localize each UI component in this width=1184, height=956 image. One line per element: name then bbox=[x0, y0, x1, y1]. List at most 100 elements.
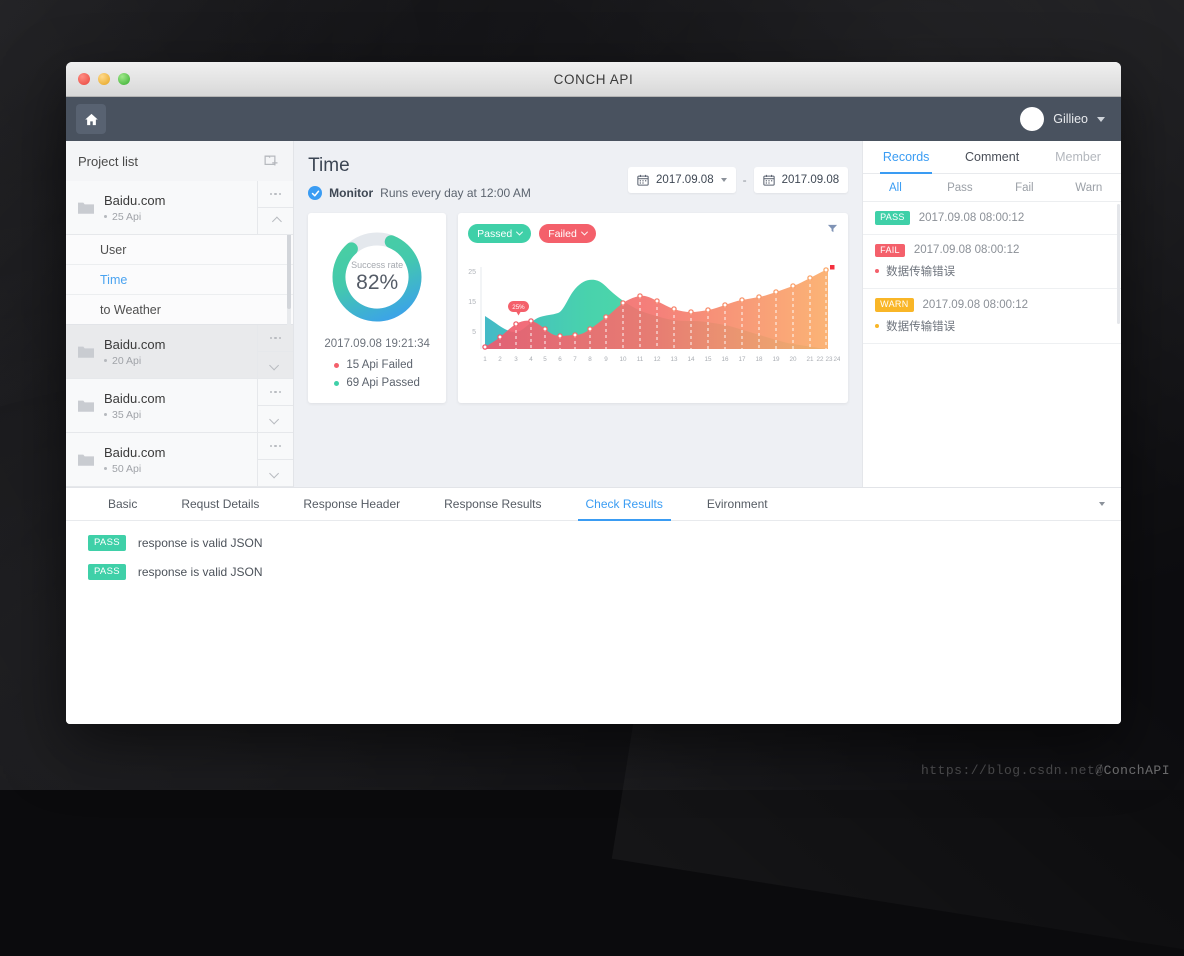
project-actions bbox=[257, 181, 294, 234]
svg-text:8: 8 bbox=[588, 356, 592, 363]
date-to-picker[interactable]: 2017.09.08 bbox=[753, 167, 849, 193]
sidebar-item-time[interactable]: Time bbox=[66, 265, 294, 295]
svg-text:24: 24 bbox=[834, 356, 841, 363]
sidebar-scroll-area[interactable]: Baidu.com 25 Api User Time to Weather Ba… bbox=[66, 181, 294, 487]
donut-timestamp: 2017.09.08 19:21:34 bbox=[324, 338, 430, 350]
record-row[interactable]: WARN 2017.09.08 08:00:12 数据传输错误 bbox=[863, 289, 1121, 344]
pill-passed[interactable]: Passed bbox=[468, 224, 532, 243]
record-timestamp: 2017.09.08 08:00:12 bbox=[918, 211, 1025, 224]
tab-response-header[interactable]: Response Header bbox=[281, 488, 422, 520]
sidebar-header: Project list bbox=[66, 141, 293, 181]
chevron-down-icon bbox=[720, 178, 727, 182]
project-more-button[interactable] bbox=[258, 325, 294, 352]
project-name: Baidu.com bbox=[104, 336, 166, 352]
avatar bbox=[1020, 107, 1045, 131]
svg-text:2: 2 bbox=[498, 356, 502, 363]
tab-response-results[interactable]: Response Results bbox=[422, 488, 563, 520]
records-list[interactable]: PASS 2017.09.08 08:00:12 FAIL 2017.09.08… bbox=[863, 202, 1121, 487]
record-row[interactable]: PASS 2017.09.08 08:00:12 bbox=[863, 202, 1121, 235]
record-row[interactable]: FAIL 2017.09.08 08:00:12 数据传输错误 bbox=[863, 235, 1121, 289]
svg-text:25: 25 bbox=[468, 269, 476, 276]
svg-text:21: 21 bbox=[807, 356, 815, 363]
home-button[interactable] bbox=[76, 104, 106, 134]
cards-row: Success rate 82% 2017.09.08 19:21:34 15 … bbox=[308, 213, 849, 403]
records-tabs: Records Comment Member bbox=[863, 141, 1121, 174]
trend-area-chart: 25 15 5 25% 1 2 3 4 5 6 7 8 9 10 11 12 1… bbox=[468, 265, 841, 363]
new-folder-icon[interactable] bbox=[264, 154, 279, 168]
tab-check-results[interactable]: Check Results bbox=[564, 488, 685, 521]
project-expand-button[interactable] bbox=[258, 352, 293, 378]
records-scrollbar-thumb[interactable] bbox=[1117, 204, 1120, 324]
folder-icon bbox=[78, 346, 94, 358]
calendar-icon bbox=[637, 174, 649, 186]
project-more-button[interactable] bbox=[258, 181, 294, 208]
svg-text:9: 9 bbox=[604, 356, 608, 363]
project-expand-button[interactable] bbox=[258, 406, 293, 432]
filter-all[interactable]: All bbox=[863, 174, 927, 201]
project-item[interactable]: Baidu.com 50 Api bbox=[66, 433, 294, 487]
date-from-picker[interactable]: 2017.09.08 bbox=[628, 167, 736, 193]
sidebar-item-to-weather[interactable]: to Weather bbox=[66, 295, 294, 325]
legend-dot bbox=[334, 362, 340, 368]
app-window: CONCH API Gillieo Project list Baidu.com… bbox=[66, 62, 1121, 724]
project-item[interactable]: Baidu.com 25 Api bbox=[66, 181, 294, 235]
project-expand-button[interactable] bbox=[258, 460, 293, 486]
monitor-description: Runs every day at 12:00 AM bbox=[380, 186, 531, 200]
records-filters: All Pass Fail Warn bbox=[863, 174, 1121, 202]
status-badge: PASS bbox=[875, 211, 910, 225]
tab-requst-details[interactable]: Requst Details bbox=[159, 488, 281, 520]
record-dot bbox=[875, 323, 880, 328]
svg-text:13: 13 bbox=[671, 356, 679, 363]
project-actions bbox=[257, 325, 294, 378]
legend-dot bbox=[334, 380, 340, 386]
sidebar-item-user[interactable]: User bbox=[66, 235, 294, 265]
tab-evironment[interactable]: Evironment bbox=[685, 488, 790, 520]
user-menu[interactable]: Gillieo bbox=[1020, 107, 1105, 131]
svg-text:19: 19 bbox=[773, 356, 781, 363]
tab-basic[interactable]: Basic bbox=[86, 488, 159, 520]
check-result-row: PASS response is valid JSON bbox=[88, 564, 1121, 580]
legend-item-failed: 15 Api Failed bbox=[334, 359, 420, 371]
project-api-count: 20 Api bbox=[104, 355, 165, 367]
home-icon bbox=[84, 113, 98, 125]
folder-icon bbox=[78, 454, 94, 466]
svg-text:16: 16 bbox=[722, 356, 730, 363]
chevron-down-icon bbox=[1097, 116, 1105, 122]
svg-text:3: 3 bbox=[514, 356, 518, 363]
project-more-button[interactable] bbox=[258, 379, 294, 406]
project-more-button[interactable] bbox=[258, 433, 294, 460]
svg-text:6: 6 bbox=[558, 356, 562, 363]
series-filter-pills: Passed Failed bbox=[468, 224, 840, 243]
tab-comment[interactable]: Comment bbox=[949, 141, 1035, 173]
chevron-up-icon bbox=[272, 216, 283, 226]
status-badge: WARN bbox=[875, 298, 914, 312]
project-item[interactable]: Baidu.com 35 Api bbox=[66, 379, 294, 433]
tab-records[interactable]: Records bbox=[863, 141, 949, 174]
sidebar-title: Project list bbox=[78, 153, 138, 169]
pill-failed[interactable]: Failed bbox=[539, 224, 596, 243]
svg-text:4: 4 bbox=[529, 356, 533, 363]
monitor-label: Monitor bbox=[329, 186, 374, 200]
filter-pass[interactable]: Pass bbox=[928, 174, 992, 201]
date-range-picker: 2017.09.08 - 2017.09.08 bbox=[628, 167, 849, 193]
filter-warn[interactable]: Warn bbox=[1057, 174, 1121, 201]
record-timestamp: 2017.09.08 08:00:12 bbox=[922, 298, 1029, 311]
status-badge: PASS bbox=[88, 564, 126, 580]
project-collapse-button[interactable] bbox=[258, 208, 293, 234]
bottom-panel: Basic Requst Details Response Header Res… bbox=[66, 487, 1121, 724]
record-message: 数据传输错误 bbox=[886, 266, 956, 278]
date-separator: - bbox=[742, 173, 747, 187]
filter-fail[interactable]: Fail bbox=[992, 174, 1056, 201]
svg-text:10: 10 bbox=[620, 356, 628, 363]
record-message: 数据传输错误 bbox=[886, 320, 956, 333]
svg-text:20: 20 bbox=[790, 356, 798, 363]
tab-member[interactable]: Member bbox=[1035, 141, 1121, 173]
project-actions bbox=[257, 433, 294, 486]
svg-text:1: 1 bbox=[483, 356, 487, 363]
svg-text:18: 18 bbox=[756, 356, 764, 363]
donut-center-label: Success rate 82% bbox=[329, 229, 425, 325]
funnel-icon[interactable] bbox=[827, 223, 838, 234]
check-result-text: response is valid JSON bbox=[137, 536, 263, 550]
chevron-down-icon[interactable] bbox=[1099, 502, 1105, 506]
project-item[interactable]: Baidu.com 20 Api bbox=[66, 325, 294, 379]
